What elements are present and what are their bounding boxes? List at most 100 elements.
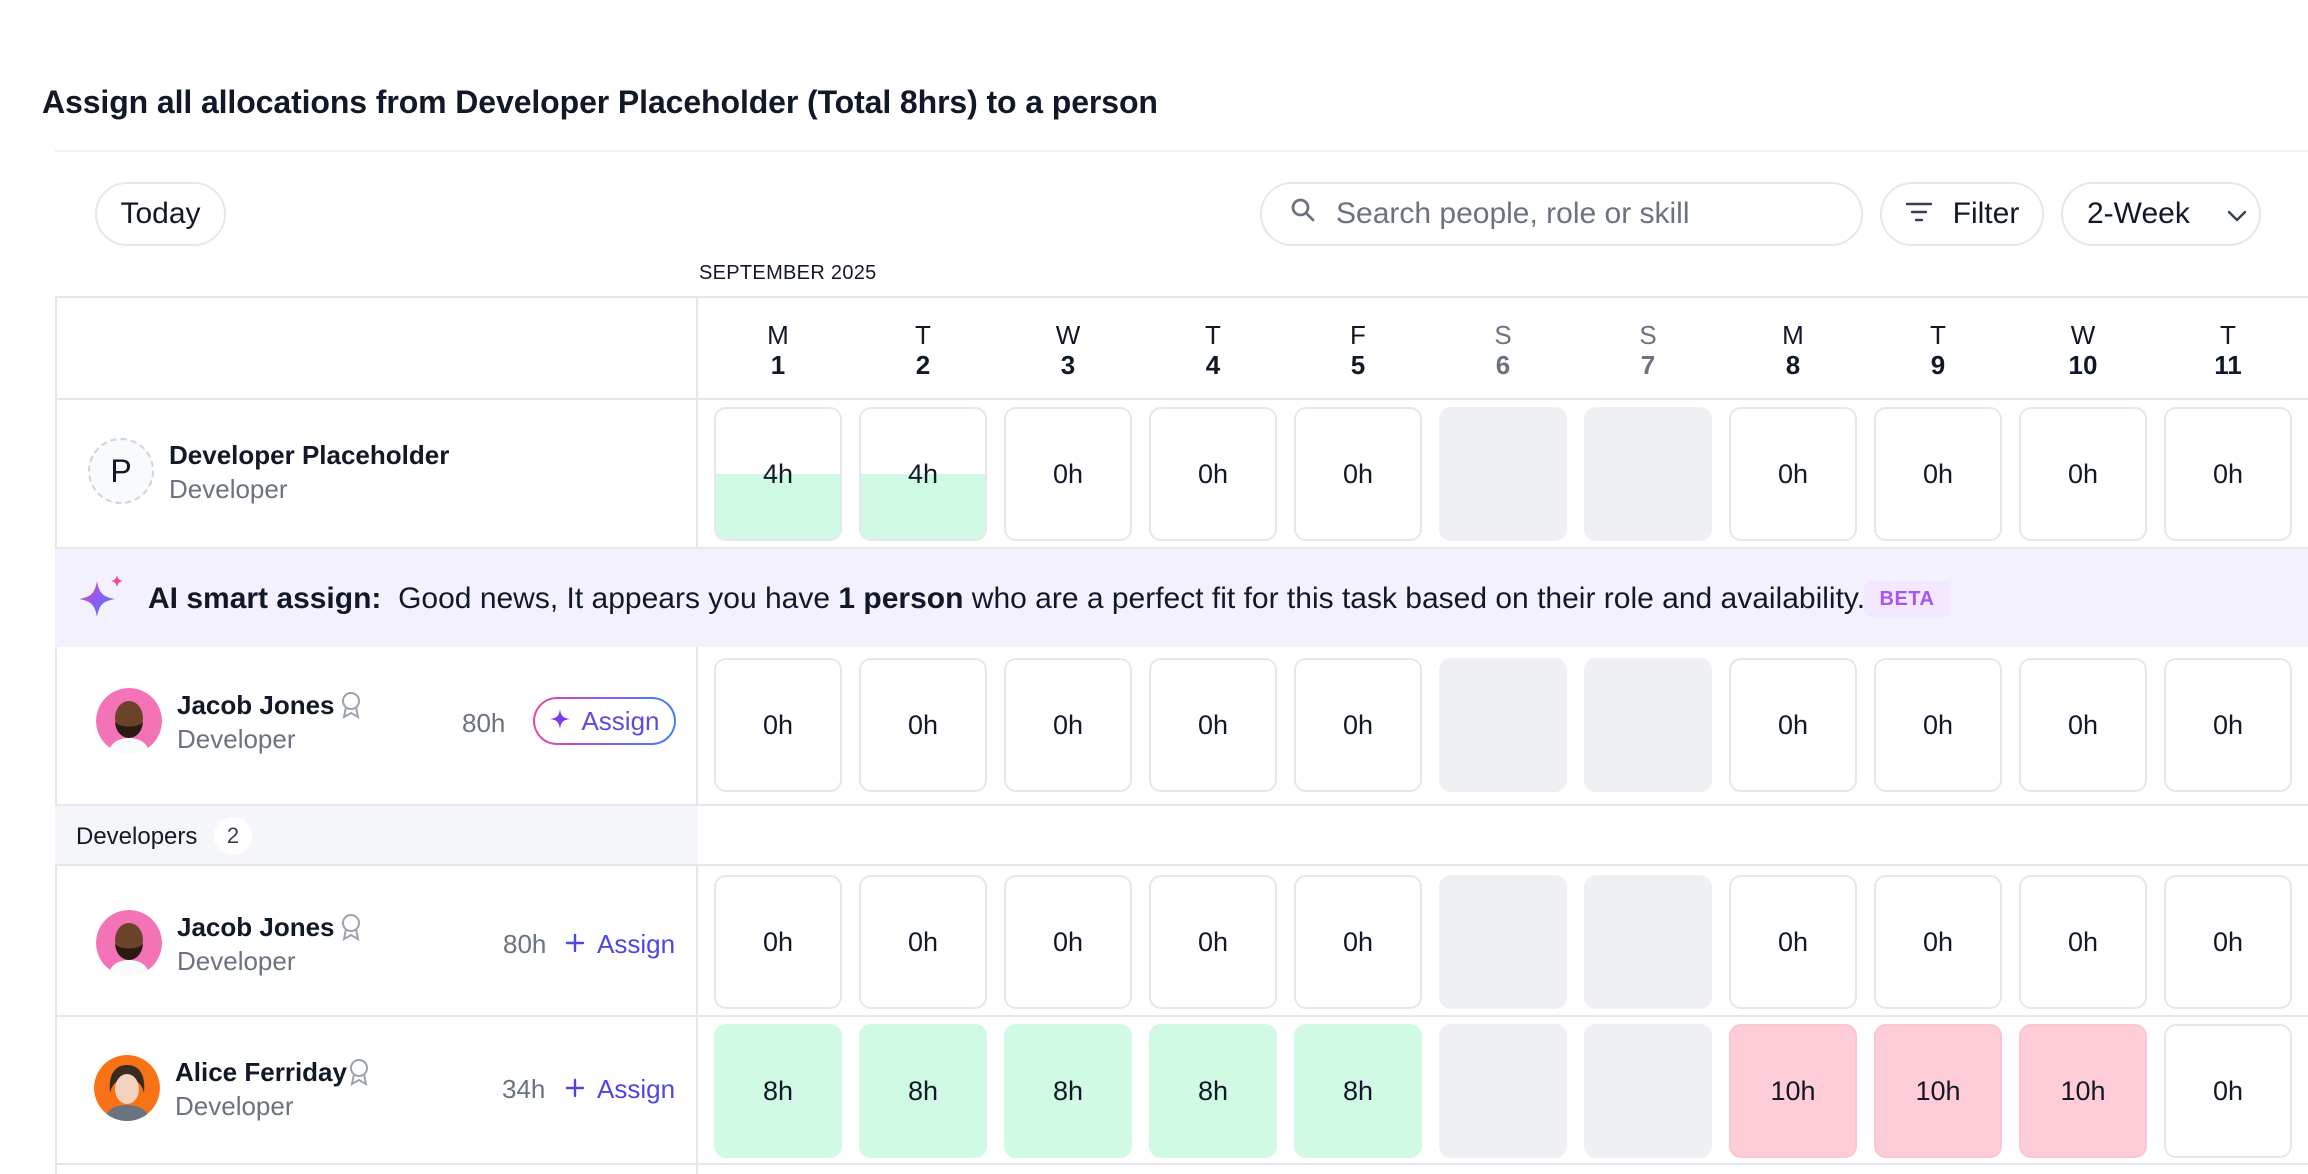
allocation-cell[interactable]: 0h [2164, 1024, 2292, 1158]
avatar [96, 910, 162, 976]
group-count-badge: 2 [214, 817, 252, 855]
ai-banner-message-start: Good news, It appears you have [398, 582, 831, 615]
allocation-hours: 8h [1197, 1075, 1229, 1106]
allocation-cell[interactable]: 0h [714, 658, 842, 792]
allocation-hours: 0h [1777, 709, 1809, 740]
allocation-cell[interactable]: 8h [1149, 1024, 1277, 1158]
allocation-hours: 0h [2067, 458, 2099, 489]
person-name: Alice Ferriday [175, 1057, 347, 1087]
weekend-cell [1584, 658, 1712, 792]
allocation-cell[interactable]: 0h [1004, 658, 1132, 792]
allocation-cell[interactable]: 0h [2019, 875, 2147, 1009]
assign-button[interactable]: Assign [565, 929, 675, 960]
placeholder-name: Developer Placeholder [169, 440, 450, 470]
assign-label: Assign [597, 929, 676, 959]
today-button[interactable]: Today [95, 182, 226, 246]
search-input[interactable]: Search people, role or skill [1260, 182, 1863, 246]
allocation-hours: 8h [1342, 1075, 1374, 1106]
allocation-cell[interactable]: 0h [1874, 407, 2002, 541]
allocation-hours: 0h [1777, 458, 1809, 489]
chevron-down-icon [2226, 197, 2248, 231]
range-label: 2-Week [2087, 197, 2190, 230]
allocation-hours: 8h [762, 1075, 794, 1106]
day-number: 6 [1495, 350, 1511, 380]
day-header: W3 [1038, 320, 1098, 380]
allocation-cell[interactable]: 0h [2164, 407, 2292, 541]
allocation-cell[interactable]: 10h [2019, 1024, 2147, 1158]
row-divider [55, 864, 2308, 866]
allocation-cell[interactable]: 0h [1729, 875, 1857, 1009]
day-number: 1 [770, 350, 786, 380]
allocation-cell[interactable]: 0h [1874, 658, 2002, 792]
day-header: S6 [1473, 320, 1533, 380]
allocation-hours: 0h [1197, 458, 1229, 489]
day-letter: F [1350, 320, 1366, 350]
person-total-hours: 80h [503, 929, 547, 959]
weekend-cell [1584, 1024, 1712, 1158]
allocation-hours: 0h [1342, 926, 1374, 957]
allocation-hours: 0h [1777, 926, 1809, 957]
allocation-cell[interactable]: 0h [2164, 658, 2292, 792]
allocation-cell[interactable]: 10h [1874, 1024, 2002, 1158]
day-letter: W [2070, 320, 2096, 350]
day-letter: M [767, 320, 789, 350]
allocation-cell[interactable]: 0h [2164, 875, 2292, 1009]
day-header: T4 [1183, 320, 1243, 380]
allocation-cell[interactable]: 0h [1149, 407, 1277, 541]
allocation-hours: 8h [1052, 1075, 1084, 1106]
allocation-hours: 0h [762, 926, 794, 957]
allocation-cell[interactable]: 0h [1294, 658, 1422, 792]
allocation-cell[interactable]: 0h [1729, 407, 1857, 541]
page-title: Assign all allocations from Developer Pl… [42, 84, 1158, 120]
allocation-cell[interactable]: 0h [1874, 875, 2002, 1009]
allocation-cell[interactable]: 8h [1294, 1024, 1422, 1158]
allocation-cell[interactable]: 0h [1294, 875, 1422, 1009]
allocation-cell[interactable]: 8h [714, 1024, 842, 1158]
beta-badge: BETA [1864, 581, 1950, 617]
person-name: Jacob Jones [177, 690, 335, 720]
assign-allocation-dialog: Assign all allocations from Developer Pl… [0, 0, 2308, 1174]
allocation-cell[interactable]: 0h [1004, 875, 1132, 1009]
column-divider [696, 296, 698, 1174]
weekend-cell [1584, 407, 1712, 541]
allocation-cell[interactable]: 4h [859, 407, 987, 541]
allocation-cell[interactable]: 0h [1149, 875, 1277, 1009]
range-select[interactable]: 2-Week [2061, 182, 2261, 246]
avatar [96, 688, 162, 754]
allocation-hours: 4h [762, 458, 794, 489]
award-icon [338, 690, 364, 725]
row-divider [55, 1163, 2308, 1165]
ai-banner-text: AI smart assign: Good news, It appears y… [148, 582, 1865, 616]
day-letter: W [1055, 320, 1081, 350]
allocation-cell[interactable]: 0h [1004, 407, 1132, 541]
assign-button[interactable]: Assign [565, 1074, 675, 1105]
allocation-cell[interactable]: 10h [1729, 1024, 1857, 1158]
allocation-cell[interactable]: 0h [2019, 658, 2147, 792]
day-number: 2 [915, 350, 931, 380]
assign-label: Assign [581, 705, 660, 736]
allocation-cell[interactable]: 0h [2019, 407, 2147, 541]
allocation-cell[interactable]: 0h [714, 875, 842, 1009]
allocation-cell[interactable]: 0h [1294, 407, 1422, 541]
allocation-hours: 10h [2060, 1075, 2106, 1106]
weekend-cell [1439, 658, 1567, 792]
person-total-hours: 80h [462, 708, 506, 738]
month-label: SEPTEMBER 2025 [699, 262, 877, 284]
allocation-cell[interactable]: 0h [859, 875, 987, 1009]
allocation-hours: 0h [2212, 1075, 2244, 1106]
filter-label: Filter [1952, 197, 2020, 230]
header-bar [55, 0, 2308, 152]
ai-assign-button[interactable]: Assign [533, 697, 676, 745]
person-total-hours: 34h [502, 1074, 546, 1104]
allocation-cell[interactable]: 0h [1149, 658, 1277, 792]
ai-banner-message-end: who are a perfect fit for this task base… [971, 582, 1866, 615]
allocation-cell[interactable]: 8h [1004, 1024, 1132, 1158]
filter-icon [1905, 197, 1933, 231]
person-role: Developer [177, 724, 296, 754]
allocation-cell[interactable]: 4h [714, 407, 842, 541]
allocation-cell[interactable]: 0h [1729, 658, 1857, 792]
filter-button[interactable]: Filter [1880, 182, 2044, 246]
allocation-hours: 0h [1197, 709, 1229, 740]
allocation-cell[interactable]: 0h [859, 658, 987, 792]
allocation-cell[interactable]: 8h [859, 1024, 987, 1158]
